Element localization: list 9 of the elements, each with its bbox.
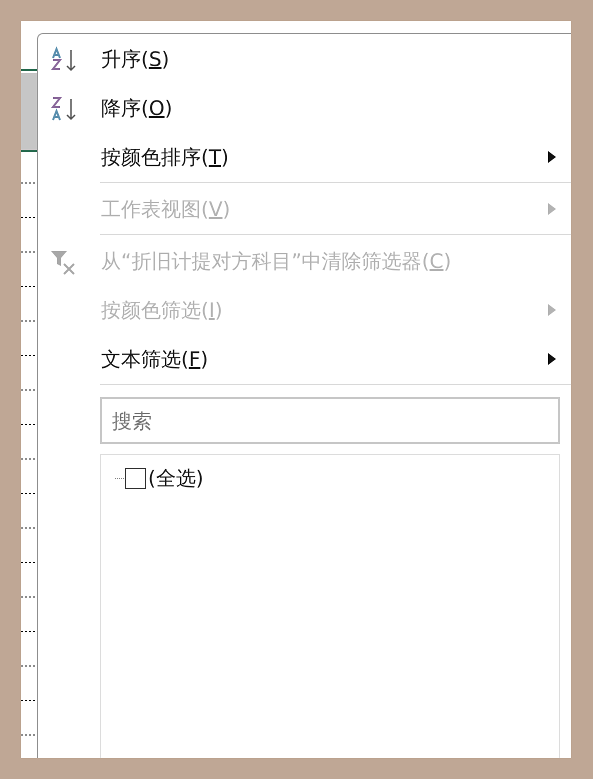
menu-item[interactable]: 文本筛选(F) bbox=[38, 334, 571, 383]
sort-descending-icon bbox=[48, 95, 78, 124]
menu-item[interactable]: 按颜色排序(T) bbox=[38, 132, 571, 181]
menu-item[interactable]: 升序(S) bbox=[38, 34, 571, 83]
tree-line bbox=[115, 476, 125, 480]
search-field[interactable]: 搜索 bbox=[100, 397, 560, 444]
menu-item[interactable]: 降序(O) bbox=[38, 83, 571, 132]
value-label: (全选) bbox=[148, 465, 204, 492]
checkbox[interactable] bbox=[125, 468, 146, 488]
